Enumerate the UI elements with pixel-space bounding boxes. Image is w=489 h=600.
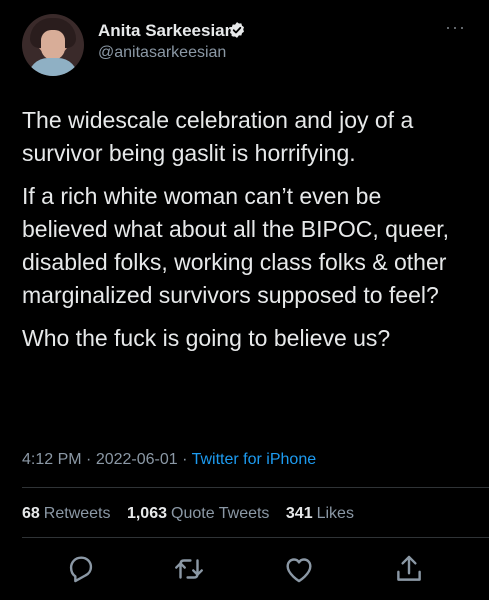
meta-separator: · <box>182 451 188 468</box>
display-name[interactable]: Anita Sarkeesian <box>98 21 235 41</box>
likes-stat[interactable]: 341 Likes <box>286 505 354 522</box>
tweet-time[interactable]: 4:12 PM <box>22 451 82 468</box>
tweet-actions <box>22 552 467 586</box>
more-options-icon[interactable]: ··· <box>445 18 466 36</box>
tweet-paragraph: If a rich white woman can’t even be beli… <box>22 183 450 308</box>
divider <box>22 487 489 488</box>
tweet-source-link[interactable]: Twitter for iPhone <box>192 451 317 468</box>
meta-separator: · <box>86 451 92 468</box>
tweet-meta: 4:12 PM · 2022-06-01 · Twitter for iPhon… <box>22 451 316 469</box>
retweet-icon[interactable] <box>172 552 206 586</box>
likes-label: Likes <box>316 505 354 522</box>
retweets-stat[interactable]: 68 Retweets <box>22 505 111 522</box>
avatar[interactable] <box>22 14 84 76</box>
share-icon[interactable] <box>392 552 426 586</box>
retweets-label: Retweets <box>43 505 111 522</box>
likes-count: 341 <box>285 505 313 522</box>
divider <box>22 537 489 538</box>
verified-badge-icon <box>230 22 244 38</box>
avatar-shoulder <box>28 58 78 76</box>
quote-tweets-label: Quote Tweets <box>171 505 270 522</box>
tweet-date[interactable]: 2022-06-01 <box>96 451 178 468</box>
tweet-text: The widescale celebration and joy of a s… <box>22 104 472 365</box>
heart-icon[interactable] <box>282 552 316 586</box>
retweets-count: 68 <box>22 505 40 522</box>
tweet-header: Anita Sarkeesian @anitasarkeesian ··· <box>22 10 470 80</box>
tweet-stats: 68 Retweets 1,063 Quote Tweets 341 Likes <box>22 505 366 523</box>
tweet-paragraph: The widescale celebration and joy of a s… <box>22 107 414 166</box>
tweet-paragraph: Who the fuck is going to believe us? <box>22 325 391 351</box>
quote-tweets-stat[interactable]: 1,063 Quote Tweets <box>127 505 269 522</box>
user-handle[interactable]: @anitasarkeesian <box>98 44 226 62</box>
quote-tweets-count: 1,063 <box>126 505 167 522</box>
reply-icon[interactable] <box>64 552 98 586</box>
avatar-face <box>41 30 65 60</box>
